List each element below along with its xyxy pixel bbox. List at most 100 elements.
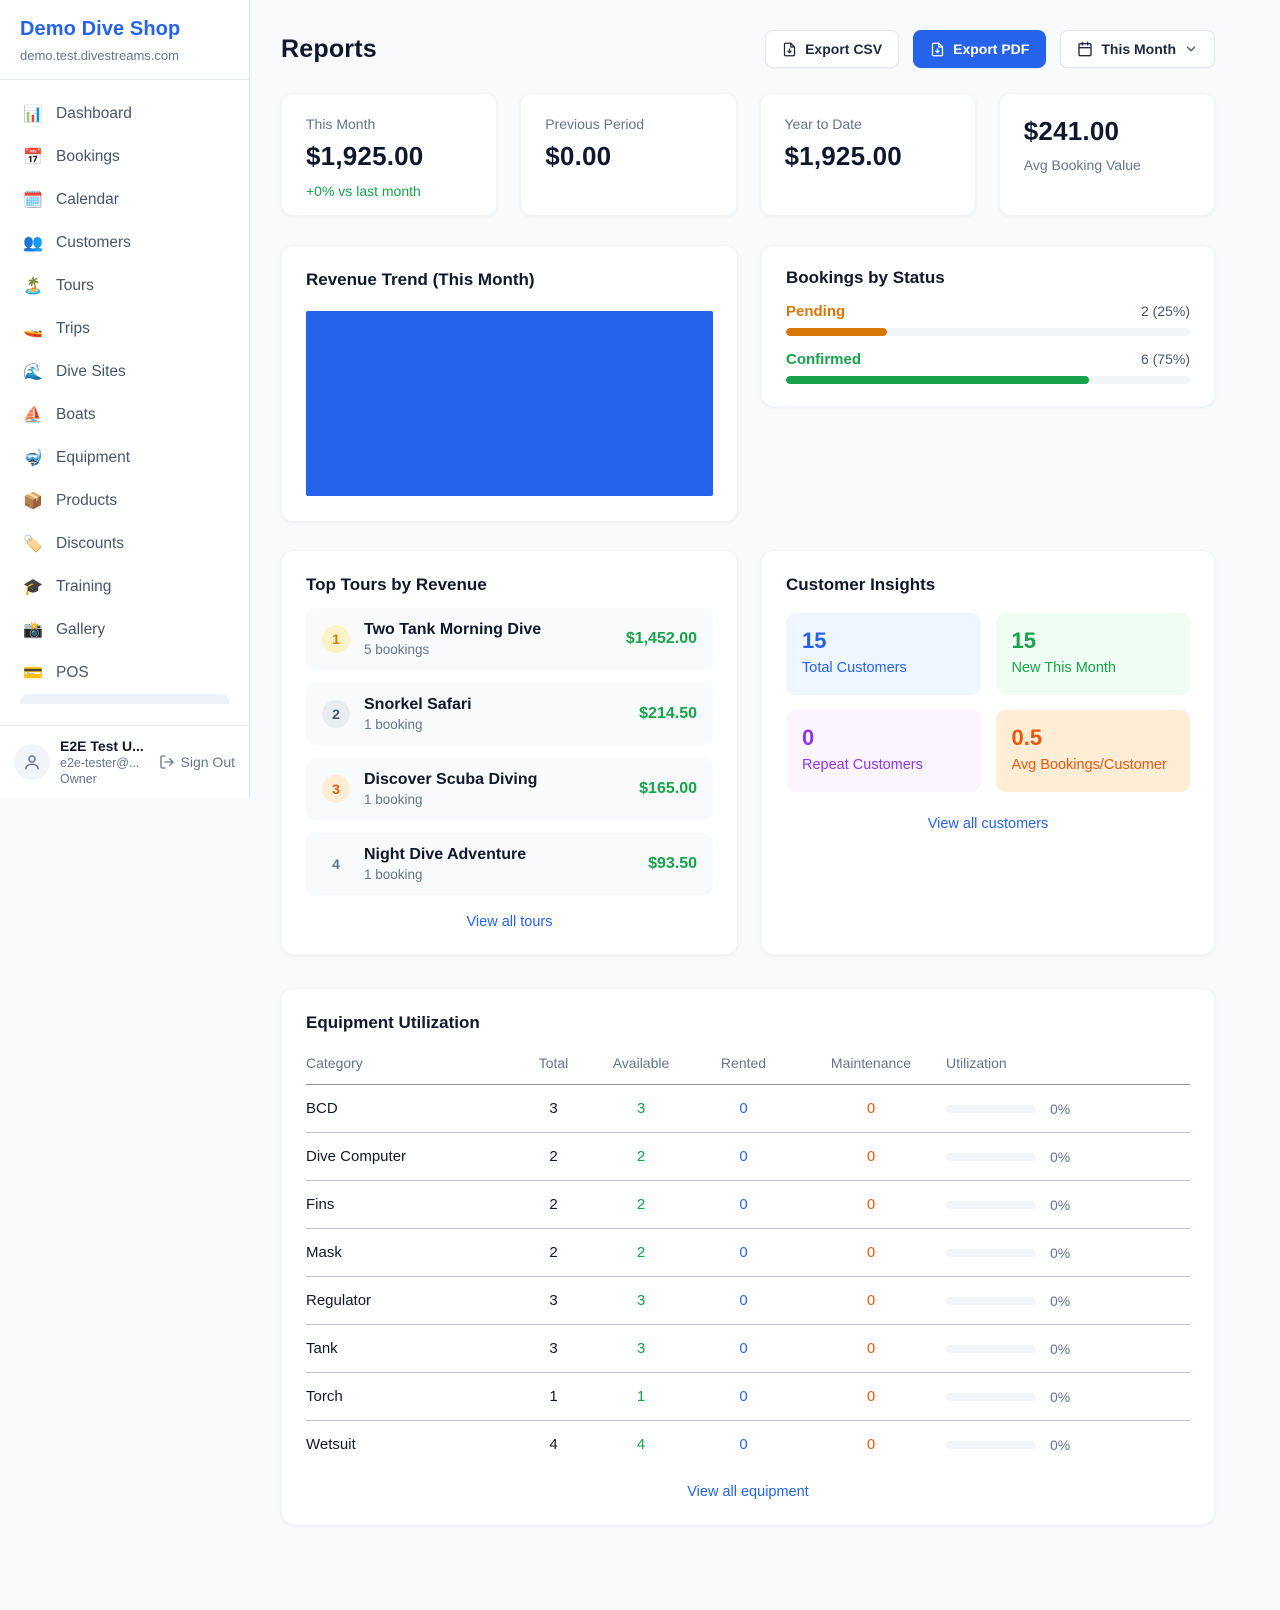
calendar-icon: 🗓️ — [23, 190, 43, 210]
progress-fill — [786, 376, 1089, 384]
view-all-tours-link[interactable]: View all tours — [306, 914, 713, 930]
calendar-icon — [1077, 41, 1093, 57]
stat-delta: +0% vs last month — [306, 183, 472, 199]
sidebar-item-discounts[interactable]: 🏷️ Discounts — [10, 522, 239, 565]
user-name: E2E Test U... — [60, 738, 149, 754]
insight-tile-total-customers: 15 Total Customers — [786, 613, 981, 695]
stat-label: Avg Booking Value — [1024, 157, 1190, 173]
status-label: Pending — [786, 303, 845, 320]
table-row: Fins 2 2 0 0 0% — [306, 1181, 1190, 1229]
export-pdf-label: Export PDF — [953, 41, 1029, 57]
stat-card-this-month: This Month $1,925.00 +0% vs last month — [281, 93, 497, 216]
table-row: Tank 3 3 0 0 0% — [306, 1325, 1190, 1373]
sign-out-button[interactable]: Sign Out — [159, 754, 235, 770]
sidebar-item-equipment[interactable]: 🤿 Equipment — [10, 436, 239, 479]
shop-name: Demo Dive Shop — [20, 18, 229, 41]
tour-bookings: 1 booking — [364, 867, 634, 882]
bookings-status-title: Bookings by Status — [786, 268, 1190, 288]
column-header-category: Category — [306, 1047, 516, 1085]
export-pdf-button[interactable]: Export PDF — [913, 30, 1046, 68]
cell-maintenance: 0 — [796, 1421, 946, 1469]
sidebar-item-gallery[interactable]: 📸 Gallery — [10, 608, 239, 651]
equipment-utilization-title: Equipment Utilization — [306, 1013, 1190, 1033]
equipment-table: Category Total Available Rented Maintena… — [306, 1047, 1190, 1468]
equipment-utilization-card: Equipment Utilization Category Total Ava… — [281, 988, 1215, 1525]
tour-revenue: $93.50 — [648, 855, 697, 873]
sidebar-item-label: POS — [56, 664, 89, 682]
tour-revenue: $165.00 — [639, 780, 697, 798]
bookings-calendar-icon: 📅 — [23, 147, 43, 167]
cell-rented: 0 — [691, 1229, 796, 1277]
status-label: Confirmed — [786, 351, 861, 368]
sidebar-item-dive-sites[interactable]: 🌊 Dive Sites — [10, 350, 239, 393]
chevron-down-icon — [1184, 42, 1198, 56]
sidebar-item-label: Equipment — [56, 449, 130, 467]
rank-badge: 2 — [322, 700, 350, 728]
sidebar-item-dashboard[interactable]: 📊 Dashboard — [10, 92, 239, 135]
insight-value: 15 — [1012, 628, 1175, 654]
column-header-maintenance: Maintenance — [796, 1047, 946, 1085]
stat-value: $241.00 — [1024, 116, 1190, 147]
period-label: This Month — [1101, 41, 1176, 57]
cell-total: 4 — [516, 1421, 591, 1469]
stat-label: Year to Date — [785, 116, 951, 132]
stat-card-year-to-date: Year to Date $1,925.00 — [760, 93, 976, 216]
cell-category: Wetsuit — [306, 1421, 516, 1469]
status-value: 6 (75%) — [1141, 351, 1190, 367]
cell-available: 3 — [591, 1325, 691, 1373]
customer-insights-card: Customer Insights 15 Total Customers 15 … — [761, 550, 1215, 955]
page-header: Reports Export CSV Export PDF This Month — [281, 30, 1215, 68]
sidebar-item-tours[interactable]: 🏝️ Tours — [10, 264, 239, 307]
insight-tile-new-this-month: 15 New This Month — [996, 613, 1191, 695]
tour-row[interactable]: 1 Two Tank Morning Dive5 bookings $1,452… — [306, 608, 713, 670]
cell-total: 2 — [516, 1181, 591, 1229]
sidebar-item-bookings[interactable]: 📅 Bookings — [10, 135, 239, 178]
tour-revenue: $214.50 — [639, 705, 697, 723]
tour-bookings: 5 bookings — [364, 642, 612, 657]
tour-name: Two Tank Morning Dive — [364, 621, 612, 639]
table-row: Dive Computer 2 2 0 0 0% — [306, 1133, 1190, 1181]
tour-name: Night Dive Adventure — [364, 846, 634, 864]
view-all-customers-link[interactable]: View all customers — [786, 816, 1190, 832]
view-all-equipment-link[interactable]: View all equipment — [306, 1484, 1190, 1500]
insight-value: 15 — [802, 628, 965, 654]
shop-domain: demo.test.divestreams.com — [20, 48, 229, 63]
credit-card-icon: 💳 — [23, 663, 43, 683]
tour-row[interactable]: 3 Discover Scuba Diving1 booking $165.00 — [306, 758, 713, 820]
table-header-row: Category Total Available Rented Maintena… — [306, 1047, 1190, 1085]
stat-label: Previous Period — [545, 116, 711, 132]
cell-rented: 0 — [691, 1133, 796, 1181]
sidebar: Demo Dive Shop demo.test.divestreams.com… — [0, 0, 250, 798]
sidebar-item-label: Tours — [56, 277, 94, 295]
tour-name: Snorkel Safari — [364, 696, 625, 714]
sidebar-item-boats[interactable]: ⛵ Boats — [10, 393, 239, 436]
cell-total: 2 — [516, 1229, 591, 1277]
sidebar-item-calendar[interactable]: 🗓️ Calendar — [10, 178, 239, 221]
status-row-pending: Pending 2 (25%) — [786, 303, 1190, 336]
cell-category: BCD — [306, 1085, 516, 1133]
period-select[interactable]: This Month — [1060, 30, 1215, 68]
cell-utilization: 0% — [946, 1277, 1190, 1325]
tour-row[interactable]: 2 Snorkel Safari1 booking $214.50 — [306, 683, 713, 745]
export-csv-label: Export CSV — [805, 41, 882, 57]
cell-available: 4 — [591, 1421, 691, 1469]
sidebar-item-label: Discounts — [56, 535, 124, 553]
cell-utilization: 0% — [946, 1085, 1190, 1133]
sidebar-item-training[interactable]: 🎓 Training — [10, 565, 239, 608]
table-row: Torch 1 1 0 0 0% — [306, 1373, 1190, 1421]
sidebar-item-trips[interactable]: 🚤 Trips — [10, 307, 239, 350]
sidebar-item-reports-partial[interactable] — [20, 694, 229, 704]
tour-row[interactable]: 4 Night Dive Adventure1 booking $93.50 — [306, 833, 713, 895]
tour-name: Discover Scuba Diving — [364, 771, 625, 789]
cell-rented: 0 — [691, 1373, 796, 1421]
tour-revenue: $1,452.00 — [626, 630, 697, 648]
cell-utilization: 0% — [946, 1133, 1190, 1181]
sidebar-item-products[interactable]: 📦 Products — [10, 479, 239, 522]
export-csv-button[interactable]: Export CSV — [765, 30, 899, 68]
cell-available: 2 — [591, 1133, 691, 1181]
tours-island-icon: 🏝️ — [23, 276, 43, 296]
trips-boat-icon: 🚤 — [23, 319, 43, 339]
cell-rented: 0 — [691, 1277, 796, 1325]
sidebar-item-customers[interactable]: 👥 Customers — [10, 221, 239, 264]
sidebar-item-pos[interactable]: 💳 POS — [10, 651, 239, 694]
